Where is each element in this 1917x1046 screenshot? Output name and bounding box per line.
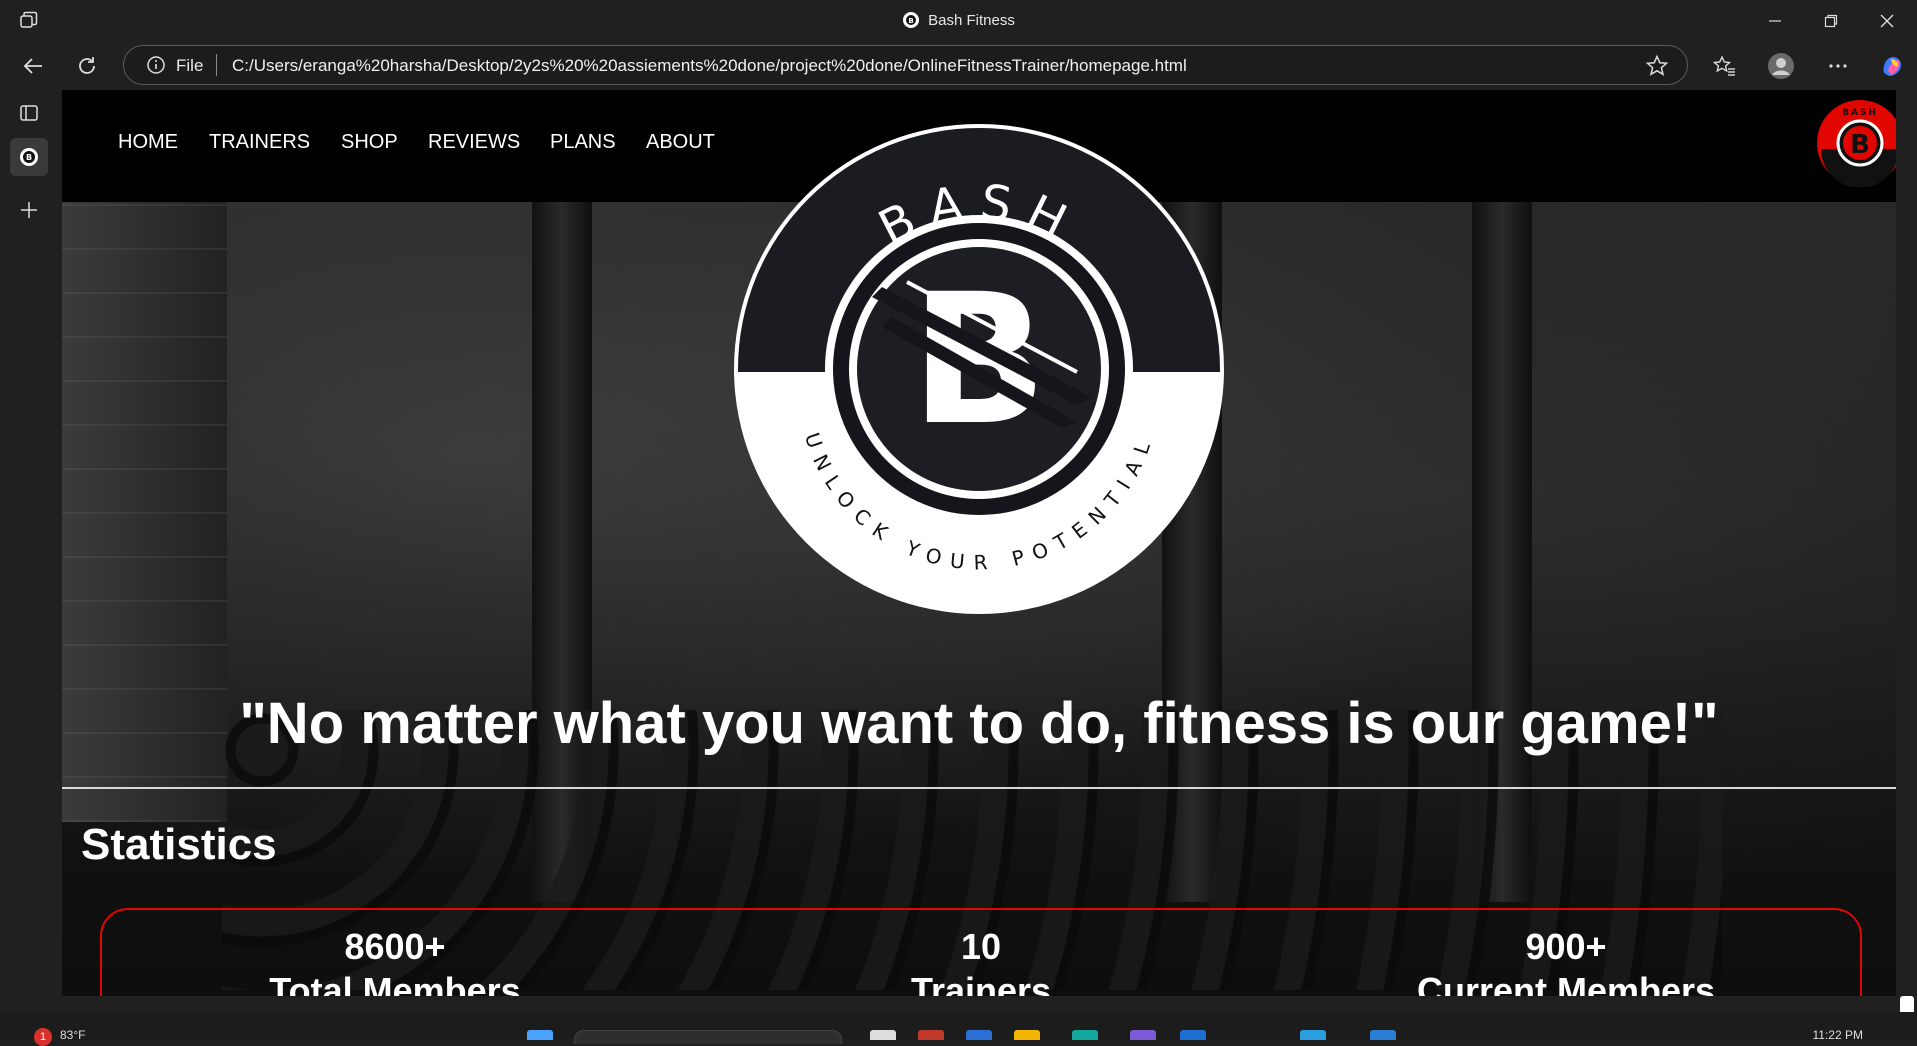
stat-label: Total Members: [269, 970, 521, 996]
hero-quote: "No matter what you want to do, fitness …: [239, 691, 1719, 756]
favorite-star-icon[interactable]: [1645, 54, 1669, 78]
nav-trainers[interactable]: TRAINERS: [209, 131, 310, 154]
section-divider: [62, 787, 1896, 789]
nav-about[interactable]: ABOUT: [646, 131, 715, 154]
taskbar-app-icon[interactable]: [966, 1030, 992, 1040]
windows-taskbar: 1 83°F 11:22 PM: [0, 1012, 1917, 1046]
stat-label: Current Members: [1416, 970, 1716, 996]
bash-hero-logo: B BASH UNLOCK YOUR POTENTIAL: [732, 122, 1226, 616]
sidebar-panel-icon[interactable]: [10, 94, 48, 132]
nav-plans[interactable]: PLANS: [550, 131, 616, 154]
stat-value: 8600+: [344, 926, 446, 967]
refresh-button[interactable]: [72, 51, 102, 81]
nav-home[interactable]: HOME: [118, 131, 178, 154]
svg-text:B: B: [1850, 130, 1870, 160]
stat-trainers: 10 Trainers: [781, 926, 1181, 996]
statistics-heading: Statistics: [81, 820, 277, 869]
address-separator: [216, 54, 217, 76]
title-bar: B Bash Fitness: [0, 0, 1917, 41]
window-title: B Bash Fitness: [0, 11, 1917, 29]
notification-badge: 1: [34, 1028, 52, 1046]
horizontal-scrollbar-track: [62, 996, 1896, 1012]
taskbar-app-icon[interactable]: [1180, 1030, 1206, 1040]
favorites-icon[interactable]: [1709, 51, 1739, 81]
file-explorer-icon[interactable]: [1014, 1030, 1040, 1040]
more-menu-icon[interactable]: [1823, 51, 1853, 81]
page-viewport: HOME TRAINERS SHOP REVIEWS PLANS ABOUT B…: [62, 90, 1896, 996]
svg-text:B: B: [908, 17, 913, 25]
window-title-text: Bash Fitness: [928, 12, 1015, 29]
profile-avatar-icon[interactable]: [1766, 51, 1796, 81]
taskbar-app-icon[interactable]: [918, 1030, 944, 1040]
browser-sidebar: B: [0, 90, 61, 1012]
vscode-icon[interactable]: [1370, 1030, 1396, 1040]
stat-value: 10: [960, 926, 1002, 967]
bash-favicon-icon: B: [902, 11, 920, 29]
address-scheme: File: [176, 56, 204, 75]
back-button[interactable]: [18, 51, 48, 81]
address-bar[interactable]: File C:/Users/eranga%20harsha/Desktop/2y…: [123, 45, 1688, 85]
taskbar-search-box[interactable]: [574, 1030, 842, 1044]
logo-letter: B: [910, 256, 1047, 465]
nav-reviews[interactable]: REVIEWS: [428, 131, 520, 154]
stat-current-members: 900+ Current Members: [1366, 926, 1766, 996]
browser-toolbar: File C:/Users/eranga%20harsha/Desktop/2y…: [0, 41, 1917, 90]
svg-text:BASH: BASH: [1842, 108, 1878, 118]
restore-button[interactable]: [1818, 8, 1844, 34]
copilot-icon[interactable]: [1877, 51, 1907, 81]
minimize-button[interactable]: [1762, 8, 1788, 34]
stat-label: Trainers: [910, 970, 1052, 996]
close-button[interactable]: [1874, 8, 1900, 34]
sidebar-tab-bash-fitness[interactable]: B: [10, 138, 48, 176]
taskbar-app-icon[interactable]: [1300, 1030, 1326, 1040]
taskbar-app-icon[interactable]: [1130, 1030, 1156, 1040]
site-info-icon[interactable]: [146, 55, 166, 75]
address-url[interactable]: C:/Users/eranga%20harsha/Desktop/2y2s%20…: [232, 56, 1187, 76]
vertical-scrollbar[interactable]: [1896, 90, 1917, 1014]
corner-logo[interactable]: B BASH: [1816, 99, 1896, 188]
start-menu-icon[interactable]: [527, 1030, 553, 1040]
task-view-icon[interactable]: [870, 1030, 896, 1040]
stat-value: 900+: [1525, 926, 1607, 967]
stat-total-members: 8600+ Total Members: [195, 926, 595, 996]
new-tab-plus-icon[interactable]: [10, 191, 48, 229]
svg-text:B: B: [26, 153, 32, 162]
edge-browser-icon[interactable]: [1072, 1030, 1098, 1040]
nav-shop[interactable]: SHOP: [341, 131, 398, 154]
